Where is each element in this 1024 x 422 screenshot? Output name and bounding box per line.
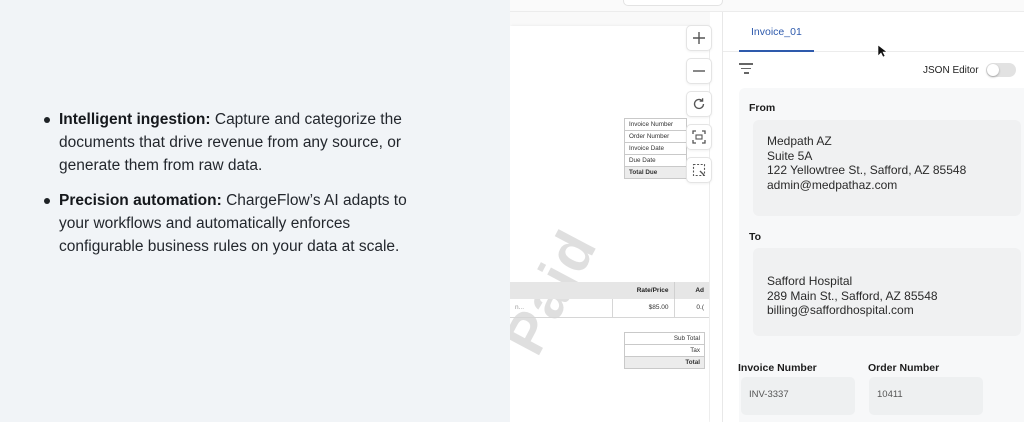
order-number-label: Order Number (868, 362, 940, 374)
totals-label: Tax (624, 344, 705, 357)
meta-label: Total Due (624, 166, 687, 179)
document-viewer[interactable]: Invoice Number Order Number Invoice Date… (510, 12, 710, 422)
meta-label: Invoice Date (624, 142, 687, 155)
invoice-number-field[interactable]: INV-3337 (741, 377, 855, 415)
zoom-out-icon[interactable] (686, 58, 712, 84)
selection-icon[interactable] (686, 157, 712, 183)
fields-scroll-area[interactable]: From Medpath AZ Suite 5A 122 Yellowtree … (738, 88, 1024, 422)
meta-label: Order Number (624, 130, 687, 143)
fit-to-screen-icon[interactable] (686, 124, 712, 150)
item-rate: $85.00 (612, 299, 675, 318)
app-screenshot: Invoice Number Order Number Invoice Date… (510, 0, 1024, 422)
header-cell (510, 282, 612, 299)
header-cell: Ad (674, 282, 709, 299)
invoice-page: Invoice Number Order Number Invoice Date… (510, 26, 709, 422)
invoice-meta-table: Invoice Number Order Number Invoice Date… (624, 118, 687, 179)
zoom-in-icon[interactable] (686, 25, 712, 51)
viewer-toolbar (686, 25, 714, 190)
meta-label: Invoice Number (624, 118, 687, 131)
top-tab-stub (623, 0, 723, 6)
from-line: admin@medpathaz.com (767, 177, 898, 192)
feature-title: Precision automation: (59, 192, 222, 209)
json-editor-label: JSON Editor (923, 65, 979, 76)
line-items-table: Rate/Price Ad n... $85.00 0.( (510, 282, 709, 318)
panel-toolrow: JSON Editor (723, 52, 1024, 86)
order-number-field[interactable]: 10411 (869, 377, 983, 415)
item-amount: 0.( (674, 299, 709, 318)
feature-list: Intelligent ingestion: Capture and categ… (42, 108, 422, 270)
rotate-icon[interactable] (686, 91, 712, 117)
totals-label: Total (624, 356, 705, 369)
to-line: billing@saffordhospital.com (767, 303, 914, 317)
filter-icon[interactable] (739, 63, 753, 75)
from-line: 122 Yellowtree St., Safford, AZ 85548 (767, 163, 967, 177)
totals-label: Sub Total (624, 332, 705, 345)
json-editor-toggle[interactable] (986, 63, 1016, 77)
extraction-panel: Invoice_01 JSON Editor From Medpath AZ S… (722, 12, 1024, 422)
top-strip (510, 0, 1024, 12)
feature-item-ingestion: Intelligent ingestion: Capture and categ… (42, 108, 422, 177)
to-line: 289 Main St., Safford, AZ 85548 (767, 288, 938, 303)
toggle-knob (987, 64, 999, 76)
invoice-number-label: Invoice Number (738, 362, 817, 374)
from-line: Medpath AZ (767, 134, 832, 148)
meta-label: Due Date (624, 154, 687, 167)
panel-tabbar: Invoice_01 (723, 12, 1024, 58)
item-description: n... (510, 299, 613, 318)
from-line: Suite 5A (767, 148, 813, 163)
totals-table: Sub Total Tax Total (624, 332, 705, 369)
from-label: From (749, 102, 776, 114)
feature-title: Intelligent ingestion: (59, 111, 211, 128)
tab-invoice-01[interactable]: Invoice_01 (739, 12, 814, 52)
to-address-field[interactable]: Safford Hospital 289 Main St., Safford, … (753, 248, 1021, 336)
to-line: Safford Hospital (767, 274, 853, 288)
feature-item-automation: Precision automation: ChargeFlow’s AI ad… (42, 189, 422, 258)
header-cell: Rate/Price (612, 282, 675, 299)
to-label: To (749, 231, 762, 243)
from-address-field[interactable]: Medpath AZ Suite 5A 122 Yellowtree St., … (753, 120, 1021, 216)
